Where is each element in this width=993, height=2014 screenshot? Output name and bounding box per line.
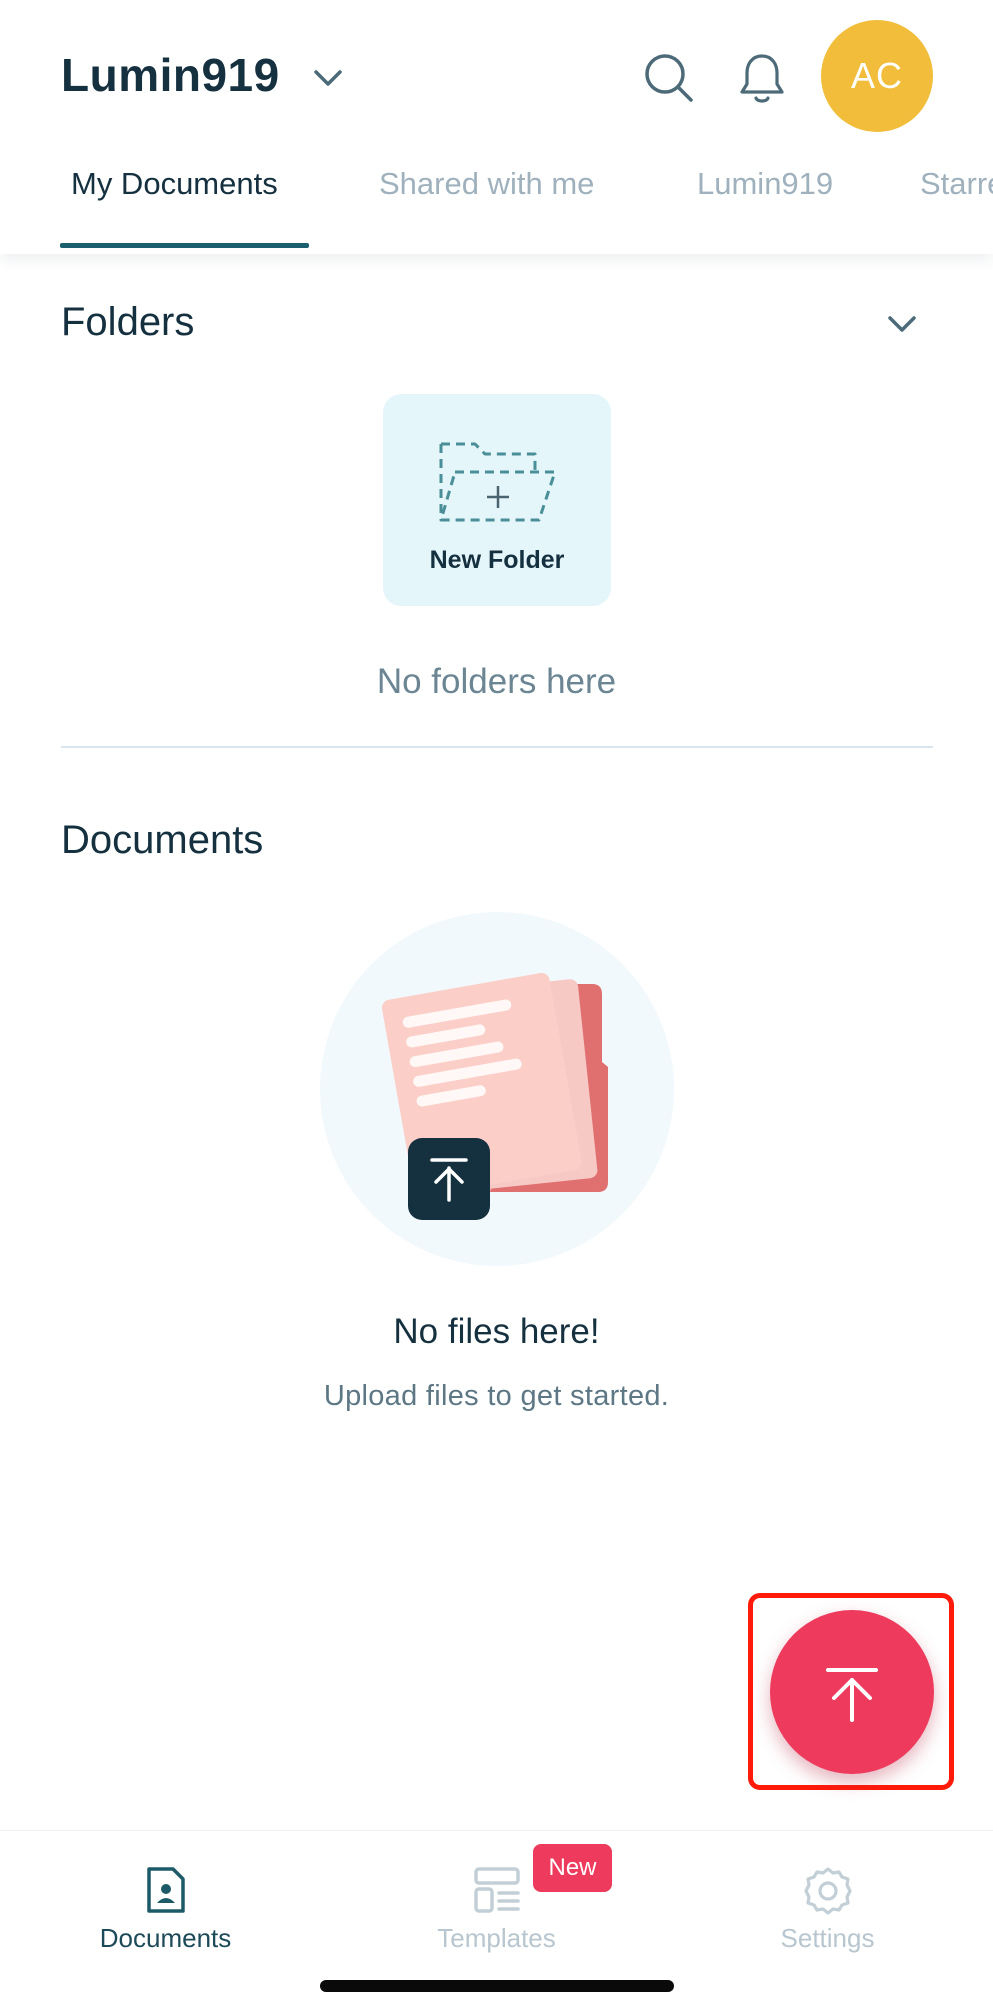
empty-state-title: No files here!: [393, 1312, 600, 1351]
tab-bar: My Documents Shared with me Lumin919 Sta…: [0, 150, 993, 254]
avatar[interactable]: AC: [821, 20, 933, 132]
section-divider: [61, 746, 933, 748]
upload-icon: [826, 1668, 878, 1722]
active-tab-indicator: [60, 243, 309, 248]
no-folders-text: No folders here: [376, 662, 617, 701]
settings-gear-icon: [803, 1867, 852, 1915]
tab-my-documents[interactable]: My Documents: [71, 166, 278, 202]
home-indicator[interactable]: [320, 1980, 674, 1992]
bell-icon[interactable]: [732, 48, 792, 108]
document-icon: [146, 1867, 185, 1913]
add-folder-icon: [439, 442, 557, 522]
nav-label-documents: Documents: [99, 1923, 232, 1953]
header: Lumin919 AC My Documents Shared with me …: [0, 0, 993, 254]
folders-heading: Folders: [61, 300, 195, 344]
nav-item-settings[interactable]: Settings: [662, 1831, 993, 1981]
nav-label-settings: Settings: [780, 1923, 875, 1953]
tab-starred[interactable]: Starred: [920, 166, 993, 202]
chevron-down-icon[interactable]: [308, 58, 348, 98]
empty-documents-illustration: [320, 912, 674, 1266]
documents-heading: Documents: [61, 818, 264, 862]
tab-lumin919[interactable]: Lumin919: [697, 166, 833, 202]
new-folder-button[interactable]: New Folder: [383, 394, 611, 606]
app-screen: Lumin919 AC My Documents Shared with me …: [0, 0, 993, 2014]
nav-item-documents[interactable]: Documents: [0, 1831, 331, 1981]
search-icon[interactable]: [641, 50, 697, 106]
templates-icon: [473, 1867, 520, 1913]
upload-fab-button[interactable]: [770, 1610, 934, 1774]
empty-state-subtitle: Upload files to get started.: [323, 1380, 670, 1412]
templates-new-badge: New: [533, 1844, 612, 1892]
nav-label-templates: Templates: [437, 1923, 556, 1953]
tab-shared-with-me[interactable]: Shared with me: [379, 166, 594, 202]
nav-item-templates[interactable]: Templates: [331, 1831, 662, 1981]
workspace-name[interactable]: Lumin919: [61, 48, 280, 102]
new-folder-label: New Folder: [429, 546, 565, 574]
chevron-down-icon[interactable]: [882, 304, 922, 344]
